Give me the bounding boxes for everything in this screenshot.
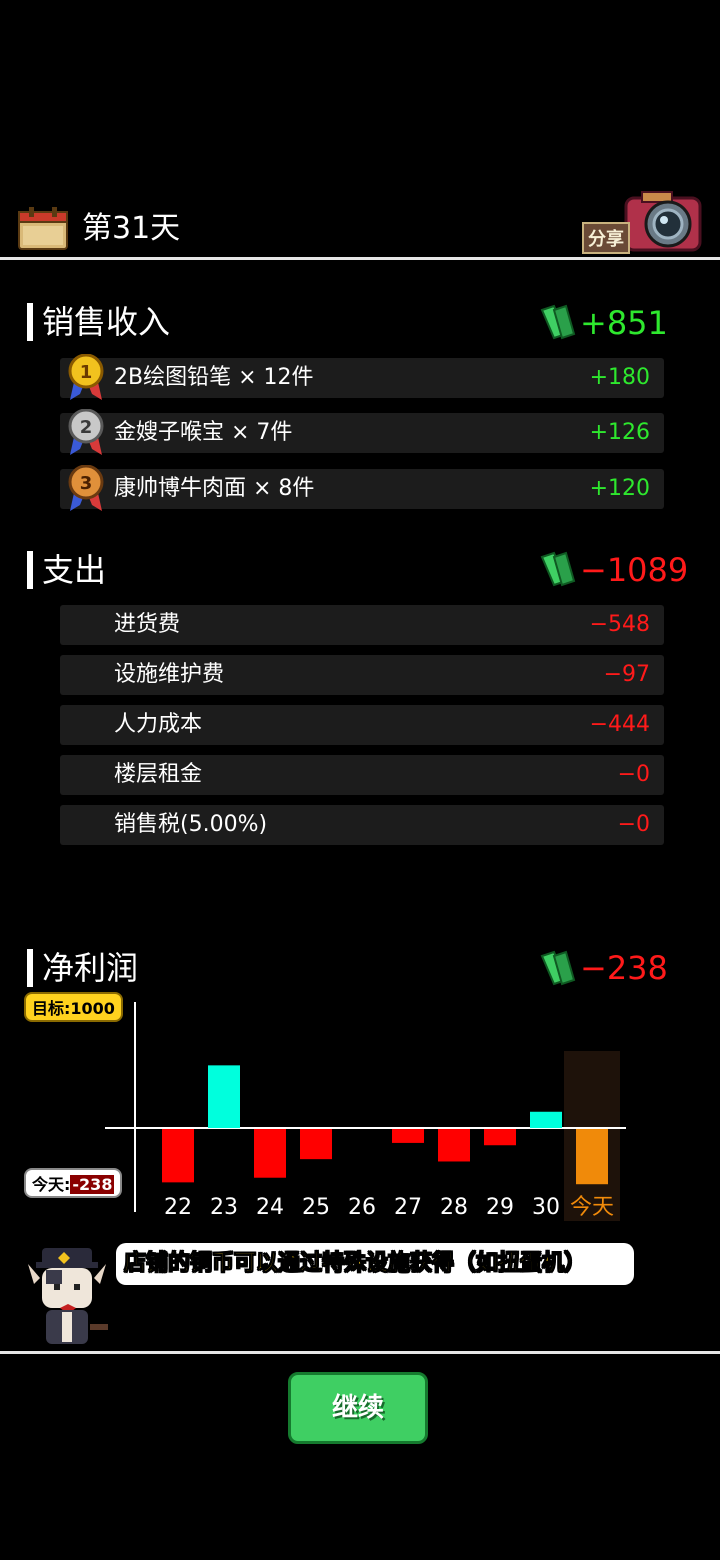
profit-title: 净利润 [42,949,139,987]
silver-medal-icon: 2 [68,409,104,455]
item-value: +180 [589,365,650,390]
bar-25 [300,1129,332,1160]
income-total: +851 [580,304,668,342]
gold-medal-icon: 1 [68,354,104,400]
item-label: 人力成本 [114,712,203,737]
x-tick-label: 23 [210,1195,238,1220]
section-bar [27,949,33,987]
profit-chart: 22 23 24 25 26 27 28 29 30 今天 [105,1002,626,1221]
income-row: 3 康帅博牛肉面 × 8件 +120 [60,465,664,511]
tip-bubble: 店铺的铜币可以通过特殊设施获得（如扭蛋机） [116,1243,634,1285]
bar-23 [208,1065,240,1128]
x-tick-label: 22 [164,1195,192,1220]
share-button[interactable]: 分享 [580,190,702,254]
bar-今天 [576,1129,608,1185]
svg-text:1: 1 [80,362,93,383]
money-icon [540,304,576,340]
svg-text:3: 3 [80,473,93,494]
item-value: −444 [589,712,650,737]
income-row: 2 金嫂子喉宝 × 7件 +126 [60,409,664,455]
bar-24 [254,1129,286,1178]
item-value: −97 [603,662,650,687]
share-label: 分享 [582,222,630,254]
item-value: −0 [617,762,650,787]
expense-row: 人力成本 −444 [60,705,664,745]
profit-total: −238 [580,949,668,987]
item-value: +126 [589,420,650,445]
bar-28 [438,1129,470,1162]
money-icon [540,551,576,587]
bronze-medal-icon: 3 [68,465,104,511]
cat-manager-avatar [28,1248,108,1344]
x-tick-label: 29 [486,1195,514,1220]
x-tick-label: 24 [256,1195,284,1220]
svg-text:2: 2 [80,417,93,438]
footer-divider [0,1351,720,1354]
x-tick-label: 28 [440,1195,468,1220]
continue-button[interactable]: 继续 [288,1372,428,1444]
item-label: 销售税(5.00%) [114,812,268,837]
x-tick-label: 25 [302,1195,330,1220]
continue-label: 继续 [331,1393,384,1423]
x-tick-label: 30 [532,1195,560,1220]
item-label: 2B绘图铅笔 × 12件 [114,365,314,390]
expense-row: 销售税(5.00%) −0 [60,805,664,845]
calendar-icon [18,207,68,250]
header-divider [0,257,720,260]
item-value: +120 [589,476,650,501]
day-title: 第31天 [82,211,181,246]
x-tick-label: 27 [394,1195,422,1220]
item-label: 康帅博牛肉面 × 8件 [114,476,315,501]
section-bar [27,303,33,341]
expense-title: 支出 [42,551,107,589]
x-tick-label: 今天 [570,1195,614,1220]
expense-row: 设施维护费 −97 [60,655,664,695]
bar-30 [530,1111,562,1128]
section-bar [27,551,33,589]
income-row: 1 2B绘图铅笔 × 12件 +180 [60,354,664,400]
item-label: 金嫂子喉宝 × 7件 [114,420,293,445]
bar-27 [392,1129,424,1143]
item-label: 楼层租金 [114,762,203,787]
expense-row: 楼层租金 −0 [60,755,664,795]
income-title: 销售收入 [42,303,171,341]
bar-22 [162,1129,194,1183]
money-icon [540,950,576,986]
item-label: 进货费 [114,612,181,637]
expense-total: −1089 [580,551,689,589]
x-tick-label: 26 [348,1195,376,1220]
item-label: 设施维护费 [114,662,225,687]
item-value: −0 [617,812,650,837]
item-value: −548 [589,612,650,637]
expense-row: 进货费 −548 [60,605,664,645]
bar-29 [484,1129,516,1146]
